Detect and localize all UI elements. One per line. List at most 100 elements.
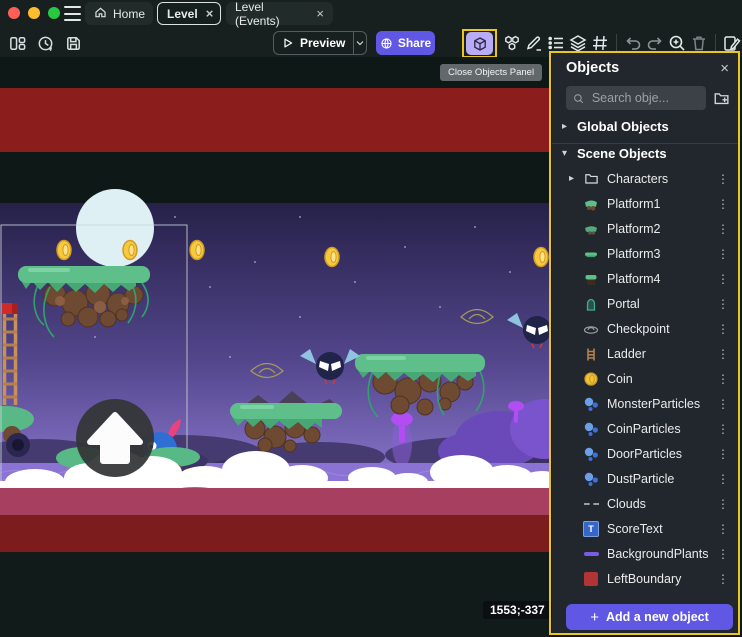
preview-label: Preview (300, 36, 345, 50)
portal-thumbnail (582, 295, 600, 312)
preview-options-dropdown[interactable] (353, 32, 366, 54)
object-row-dustparticle[interactable]: DustParticle ⋮ (552, 466, 739, 491)
kebab-menu-icon[interactable]: ⋮ (717, 322, 729, 336)
object-row-coinparticles[interactable]: CoinParticles ⋮ (552, 416, 739, 441)
boundary-thumbnail (582, 570, 600, 587)
kebab-menu-icon[interactable]: ⋮ (717, 547, 729, 561)
edit-pencil-icon[interactable] (524, 33, 544, 53)
instances-list-icon[interactable] (546, 33, 566, 53)
kebab-menu-icon[interactable]: ⋮ (717, 247, 729, 261)
pink-band (0, 488, 549, 515)
main-menu-icon[interactable] (64, 6, 81, 21)
share-label: Share (398, 36, 431, 50)
close-panel-icon[interactable]: × (720, 61, 729, 76)
section-global-objects[interactable]: ▸ Global Objects (562, 119, 669, 134)
kebab-menu-icon[interactable]: ⋮ (717, 372, 729, 386)
object-row-portal[interactable]: Portal ⋮ (552, 291, 739, 316)
object-row-platform3[interactable]: Platform3 ⋮ (552, 241, 739, 266)
object-row-scoretext[interactable]: T ScoreText ⋮ (552, 516, 739, 541)
section-scene-objects[interactable]: ▾ Scene Objects (562, 146, 667, 161)
edit-scene-properties-icon[interactable] (722, 33, 742, 53)
add-new-object-button[interactable]: + Add a new object (566, 604, 733, 630)
object-row-clouds[interactable]: Clouds ⋮ (552, 491, 739, 516)
close-tab-icon[interactable]: × (316, 7, 324, 20)
checkpoint-thumbnail (582, 320, 600, 337)
maximize-window-button[interactable] (48, 7, 60, 19)
kebab-menu-icon[interactable]: ⋮ (717, 297, 729, 311)
object-row-leftboundary[interactable]: LeftBoundary ⋮ (552, 566, 739, 591)
bottom-boundary-sprite[interactable] (0, 515, 549, 552)
preview-button[interactable]: Preview (273, 31, 367, 55)
platform-thumbnail (582, 270, 600, 287)
object-row-backgroundplants[interactable]: BackgroundPlants ⋮ (552, 541, 739, 566)
layers-icon[interactable] (568, 33, 588, 53)
object-search-box[interactable] (566, 86, 706, 110)
search-icon (573, 92, 584, 105)
kebab-menu-icon[interactable]: ⋮ (717, 572, 729, 586)
top-boundary-sprite[interactable] (0, 88, 549, 152)
object-row-platform1[interactable]: Platform1 ⋮ (552, 191, 739, 216)
platform-thumbnail (582, 195, 600, 212)
tab-level[interactable]: Level × (157, 2, 221, 25)
object-row-platform4[interactable]: Platform4 ⋮ (552, 266, 739, 291)
object-row-platform2[interactable]: Platform2 ⋮ (552, 216, 739, 241)
gdevelop-editor-window: Home Level × Level (Events) × (0, 0, 742, 637)
scene-editor-canvas[interactable] (0, 57, 549, 637)
panels-layout-icon[interactable] (7, 33, 27, 53)
kebab-menu-icon[interactable]: ⋮ (717, 472, 729, 486)
history-icon[interactable] (35, 33, 55, 53)
objects-panel-toggle-button[interactable] (466, 32, 493, 55)
cursor-coordinates-badge: 1553;-337 (483, 601, 552, 619)
kebab-menu-icon[interactable]: ⋮ (717, 222, 729, 236)
object-row-ladder[interactable]: Ladder ⋮ (552, 341, 739, 366)
object-groups-icon[interactable] (502, 33, 522, 53)
trash-icon[interactable] (689, 33, 709, 53)
objects-panel-title: Objects (566, 60, 720, 76)
tab-home[interactable]: Home (85, 2, 153, 25)
kebab-menu-icon[interactable]: ⋮ (717, 447, 729, 461)
redo-icon[interactable] (645, 33, 665, 53)
particles-thumbnail (582, 395, 600, 412)
chevron-down-icon (355, 38, 365, 48)
kebab-menu-icon[interactable]: ⋮ (717, 497, 729, 511)
ladder-thumbnail (582, 345, 600, 362)
scene-objects-list: ▸ Characters ⋮ Platform1 ⋮ Platform2 (552, 166, 739, 591)
kebab-menu-icon[interactable]: ⋮ (717, 172, 729, 186)
grid-icon[interactable] (590, 33, 610, 53)
close-window-button[interactable] (8, 7, 20, 19)
tab-label: Level (Events) (235, 0, 308, 28)
object-row-checkpoint[interactable]: Checkpoint ⋮ (552, 316, 739, 341)
kebab-menu-icon[interactable]: ⋮ (717, 347, 729, 361)
up-arrow-button-sprite[interactable] (76, 399, 154, 477)
zoom-in-icon[interactable] (667, 33, 687, 53)
kebab-menu-icon[interactable]: ⋮ (717, 272, 729, 286)
platform-thumbnail (582, 245, 600, 262)
kebab-menu-icon[interactable]: ⋮ (717, 197, 729, 211)
share-button[interactable]: Share (376, 31, 435, 55)
undo-icon[interactable] (623, 33, 643, 53)
save-icon[interactable] (63, 33, 83, 53)
close-tab-icon[interactable]: × (206, 7, 214, 20)
add-folder-icon[interactable] (713, 89, 731, 107)
text-object-thumbnail: T (582, 520, 600, 537)
particles-thumbnail (582, 470, 600, 487)
kebab-menu-icon[interactable]: ⋮ (717, 397, 729, 411)
objects-panel: Objects × ▸ Global Objects ▾ Scene Objec… (552, 53, 739, 633)
tab-label: Home (113, 7, 145, 21)
minimize-window-button[interactable] (28, 7, 40, 19)
object-row-characters[interactable]: ▸ Characters ⋮ (552, 166, 739, 191)
particles-thumbnail (582, 420, 600, 437)
tab-label: Level (167, 7, 198, 21)
object-row-monsterparticles[interactable]: MonsterParticles ⋮ (552, 391, 739, 416)
tab-level-events[interactable]: Level (Events) × (226, 2, 333, 25)
moon-sprite[interactable] (76, 189, 154, 267)
kebab-menu-icon[interactable]: ⋮ (717, 422, 729, 436)
kebab-menu-icon[interactable]: ⋮ (717, 522, 729, 536)
plants-thumbnail (582, 545, 600, 562)
folder-icon (582, 170, 600, 187)
object-row-doorparticles[interactable]: DoorParticles ⋮ (552, 441, 739, 466)
search-input[interactable] (590, 90, 699, 106)
divider (552, 143, 739, 144)
object-row-coin[interactable]: Coin ⋮ (552, 366, 739, 391)
clouds-thumbnail (582, 495, 600, 512)
